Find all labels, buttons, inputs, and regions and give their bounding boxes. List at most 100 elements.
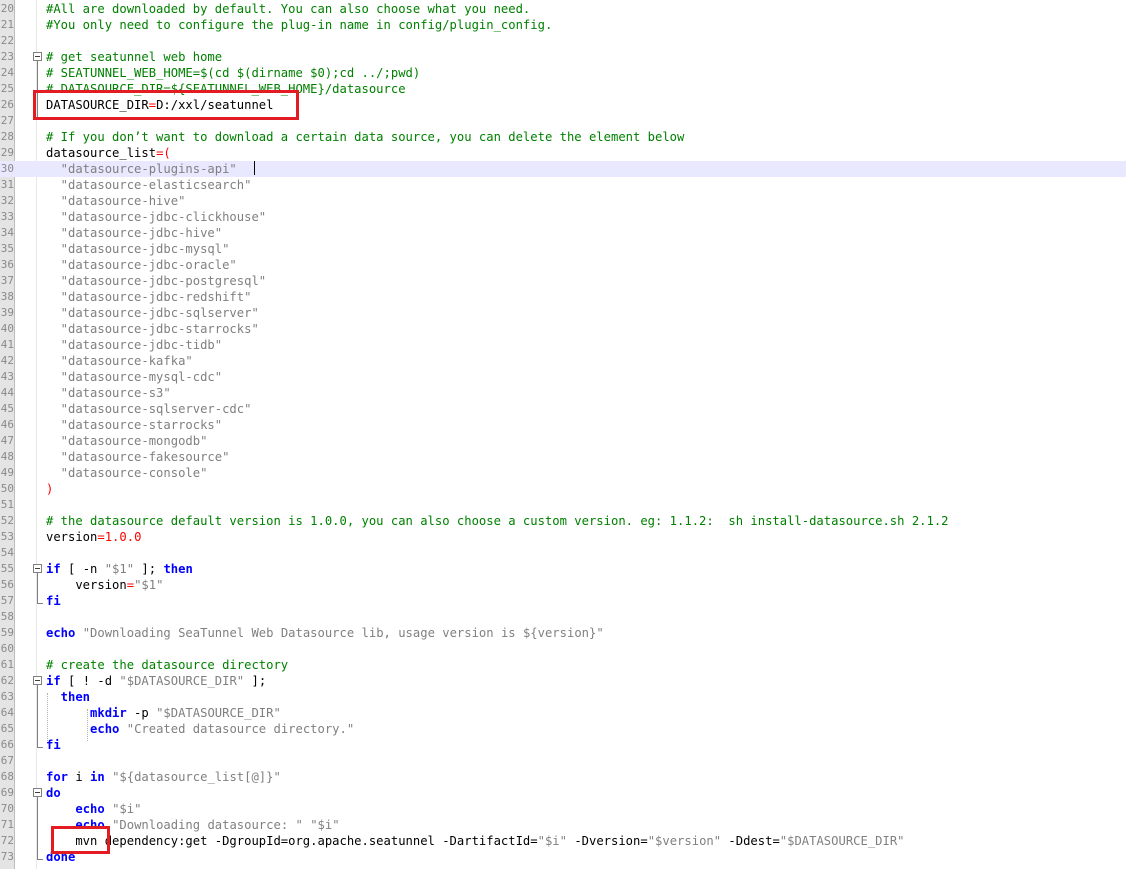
code-line[interactable]: 47 "datasource-mongodb" <box>0 433 1126 449</box>
code-line[interactable]: 20 #All are downloaded by default. You ca… <box>0 1 1126 17</box>
line-number: 72 <box>0 834 14 847</box>
code-line[interactable]: 51 <box>0 497 1126 513</box>
code-line[interactable]: 64 mkdir -p "$DATASOURCE_DIR" <box>0 705 1126 721</box>
code-text: "datasource-hive" <box>46 193 186 209</box>
line-number: 40 <box>0 322 14 335</box>
code-line[interactable]: 57 fi <box>0 593 1126 609</box>
code-line[interactable]: 65 echo "Created datasource directory." <box>0 721 1126 737</box>
line-number: 29 <box>0 146 14 159</box>
code-line[interactable]: 54 <box>0 545 1126 561</box>
line-number: 28 <box>0 130 14 143</box>
code-line[interactable]: 40 "datasource-jdbc-starrocks" <box>0 321 1126 337</box>
code-line[interactable]: 48 "datasource-fakesource" <box>0 449 1126 465</box>
line-number: 37 <box>0 274 14 287</box>
line-number: 43 <box>0 370 14 383</box>
code-line[interactable]: 59 echo "Downloading SeaTunnel Web Dataso… <box>0 625 1126 641</box>
fold-toggle-icon[interactable] <box>33 52 42 61</box>
indent-guide <box>47 693 48 741</box>
fold-end-marker <box>37 859 43 860</box>
fold-toggle-icon[interactable] <box>33 676 42 685</box>
code-line[interactable]: 29 datasource_list=( <box>0 145 1126 161</box>
code-line[interactable]: 70 echo "$i" <box>0 801 1126 817</box>
code-text: "datasource-elasticsearch" <box>46 177 252 193</box>
code-line[interactable]: 44 "datasource-s3" <box>0 385 1126 401</box>
code-line[interactable]: 30 "datasource-plugins-api" <box>0 161 1126 177</box>
code-line[interactable]: 72 mvn dependency:get -DgroupId=org.apac… <box>0 833 1126 849</box>
code-text: "datasource-jdbc-sqlserver" <box>46 305 259 321</box>
line-number: 67 <box>0 754 14 767</box>
line-number: 35 <box>0 242 14 255</box>
code-token: "datasource-jdbc-mysql" <box>46 242 230 256</box>
line-number: 20 <box>0 2 14 15</box>
code-token: echo <box>75 802 105 816</box>
code-line[interactable]: 53 version=1.0.0 <box>0 529 1126 545</box>
code-token: "$i" <box>537 834 567 848</box>
code-line[interactable]: 41 "datasource-jdbc-tidb" <box>0 337 1126 353</box>
code-line[interactable]: 55 if [ -n "$1" ]; then <box>0 561 1126 577</box>
line-number: 26 <box>0 98 14 111</box>
code-line[interactable]: 56 version="$1" <box>0 577 1126 593</box>
code-line[interactable]: 58 <box>0 609 1126 625</box>
code-text: "datasource-jdbc-postgresql" <box>46 273 266 289</box>
code-line[interactable]: 35 "datasource-jdbc-mysql" <box>0 241 1126 257</box>
code-line[interactable]: 32 "datasource-hive" <box>0 193 1126 209</box>
code-text: "datasource-jdbc-mysql" <box>46 241 230 257</box>
fold-guide <box>37 573 38 603</box>
code-token: "datasource-sqlserver-cdc" <box>46 402 252 416</box>
code-text: "datasource-kafka" <box>46 353 193 369</box>
code-text: #All are downloaded by default. You can … <box>46 1 530 17</box>
code-line[interactable]: 71 echo "Downloading datasource: " "$i" <box>0 817 1126 833</box>
code-token: "datasource-jdbc-hive" <box>46 226 223 240</box>
code-token: fi <box>46 594 61 608</box>
code-line[interactable]: 67 <box>0 753 1126 769</box>
line-number: 38 <box>0 290 14 303</box>
code-line[interactable]: 21 #You only need to configure the plug-i… <box>0 17 1126 33</box>
code-line[interactable]: 28 # If you don’t want to download a cert… <box>0 129 1126 145</box>
code-line[interactable]: 31 "datasource-elasticsearch" <box>0 177 1126 193</box>
code-line[interactable]: 43 "datasource-mysql-cdc" <box>0 369 1126 385</box>
code-line[interactable]: 61 # create the datasource directory <box>0 657 1126 673</box>
code-token: "Downloading SeaTunnel Web Datasource li… <box>82 626 604 640</box>
line-number: 36 <box>0 258 14 271</box>
code-line[interactable]: 39 "datasource-jdbc-sqlserver" <box>0 305 1126 321</box>
code-line[interactable]: 45 "datasource-sqlserver-cdc" <box>0 401 1126 417</box>
code-line[interactable]: 24 # SEATUNNEL_WEB_HOME=$(cd $(dirname $0… <box>0 65 1126 81</box>
code-text: "datasource-jdbc-starrocks" <box>46 321 259 337</box>
code-line[interactable]: 42 "datasource-kafka" <box>0 353 1126 369</box>
code-line[interactable]: 69 do <box>0 785 1126 801</box>
code-token: "$DATASOURCE_DIR" <box>156 706 281 720</box>
code-token: "datasource-fakesource" <box>46 450 230 464</box>
code-token: "datasource-jdbc-starrocks" <box>46 322 259 336</box>
code-line[interactable]: 66 fi <box>0 737 1126 753</box>
code-line[interactable]: 46 "datasource-starrocks" <box>0 417 1126 433</box>
code-line[interactable]: 62 if [ ! -d "$DATASOURCE_DIR" ]; <box>0 673 1126 689</box>
code-token: "datasource-mysql-cdc" <box>46 370 223 384</box>
code-line[interactable]: 37 "datasource-jdbc-postgresql" <box>0 273 1126 289</box>
code-line[interactable]: 33 "datasource-jdbc-clickhouse" <box>0 209 1126 225</box>
code-token: # SEATUNNEL_WEB_HOME=$(cd $(dirname $0);… <box>46 66 421 80</box>
line-number: 51 <box>0 498 14 511</box>
code-line[interactable]: 68 for i in "${datasource_list[@]}" <box>0 769 1126 785</box>
code-editor[interactable]: 20 #All are downloaded by default. You ca… <box>0 0 1126 869</box>
code-line[interactable]: 49 "datasource-console" <box>0 465 1126 481</box>
fold-toggle-icon[interactable] <box>33 564 42 573</box>
line-number: 30 <box>0 162 14 175</box>
code-line[interactable]: 36 "datasource-jdbc-oracle" <box>0 257 1126 273</box>
code-text: "datasource-jdbc-tidb" <box>46 337 222 353</box>
code-line[interactable]: 63 then <box>0 689 1126 705</box>
code-token: "datasource-console" <box>46 466 208 480</box>
code-token: "datasource-kafka" <box>46 354 193 368</box>
code-line[interactable]: 38 "datasource-jdbc-redshift" <box>0 289 1126 305</box>
code-line[interactable]: 22 <box>0 33 1126 49</box>
code-line[interactable]: 34 "datasource-jdbc-hive" <box>0 225 1126 241</box>
code-line[interactable]: 50) <box>0 481 1126 497</box>
code-text: fi <box>46 593 61 609</box>
code-line[interactable]: 52 # the datasource default version is 1.… <box>0 513 1126 529</box>
code-line[interactable]: 60 <box>0 641 1126 657</box>
code-line[interactable]: 73 done <box>0 849 1126 865</box>
code-line[interactable]: 23 # get seatunnel web home <box>0 49 1126 65</box>
fold-toggle-icon[interactable] <box>33 788 42 797</box>
